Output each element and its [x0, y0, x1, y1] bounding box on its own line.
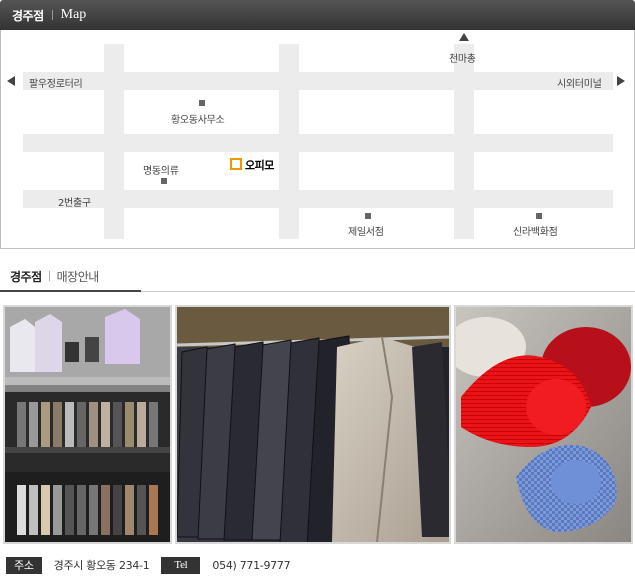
road-v1: [104, 44, 124, 239]
label-jeil-bookstore: 제일서점: [348, 227, 384, 238]
label-shilla-department: 신라백화점: [513, 227, 558, 238]
store-contact: 주소 경주시 황오동 234-1 Tel 054) 771-9777: [6, 556, 291, 574]
address-badge: 주소: [6, 556, 42, 574]
label-myeongdong-clothing: 명동의류: [143, 166, 179, 177]
tab-store-info[interactable]: 경주점 매장안내: [0, 262, 141, 292]
label-palujeong-rotary: 팔우정로터리: [29, 79, 83, 90]
marker-myeongdong-icon: [161, 178, 167, 184]
marker-shilla-icon: [536, 213, 542, 219]
tab-underline: [141, 291, 635, 292]
photo-suit-rack: [175, 305, 451, 544]
tel-badge: Tel: [161, 556, 201, 574]
label-bus-terminal: 시외터미널: [557, 79, 602, 90]
road-v3: [454, 44, 474, 239]
store-photos: [3, 305, 633, 544]
photo-ties: [454, 305, 633, 544]
section-tabs: 경주점 매장안내: [0, 262, 635, 292]
photo-shirt-display: [3, 305, 172, 544]
location-map: 팔우정로터리 시외터미널 천마총 황오동사무소 명동의류 오피모 2번출구 제일…: [0, 30, 635, 249]
header-branch-name: 경주점: [12, 8, 44, 23]
tab-store-info-label: 매장안내: [56, 269, 100, 284]
marker-hwangodong-office-icon: [199, 100, 205, 106]
tab-divider: [48, 271, 50, 281]
tab-branch-label: 경주점: [10, 269, 42, 284]
arrow-left-icon: [7, 76, 15, 86]
header-divider: [51, 10, 53, 20]
store-address: 경주시 황오동 234-1: [53, 559, 150, 572]
map-header: 경주점 Map: [0, 0, 635, 30]
marker-jeil-icon: [365, 213, 371, 219]
store-marker-icon: [230, 158, 242, 170]
label-exit-2: 2번출구: [58, 198, 91, 209]
label-cheonmachong: 천마총: [449, 54, 476, 65]
header-map-label: Map: [60, 7, 87, 22]
store-phone: 054) 771-9777: [212, 558, 291, 572]
label-store-name: 오피모: [245, 159, 274, 172]
arrow-up-icon: [459, 33, 469, 41]
arrow-right-icon: [617, 76, 625, 86]
road-v2: [279, 44, 299, 239]
label-hwangodong-office: 황오동사무소: [171, 115, 225, 126]
